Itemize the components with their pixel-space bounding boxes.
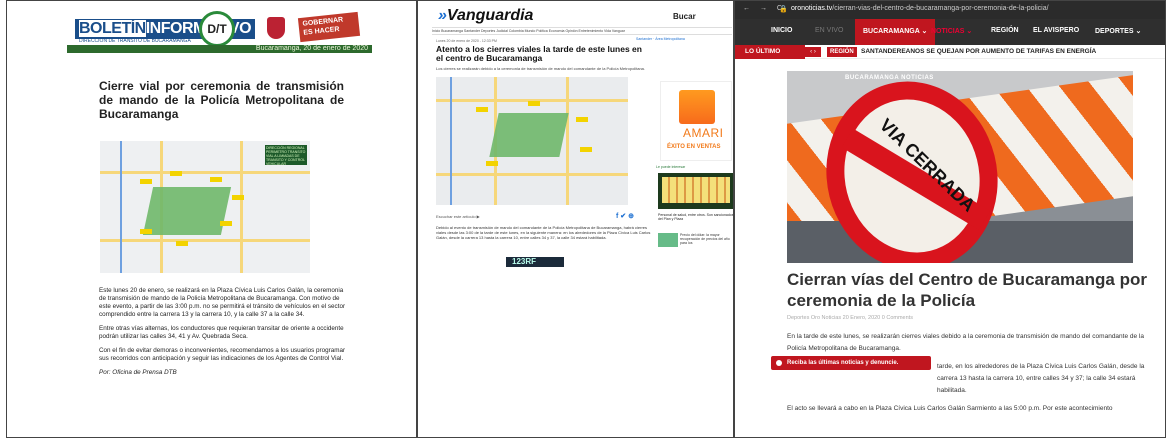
article-lead: Los cierres se realizarán debido a la ce… — [436, 66, 646, 71]
share-icons[interactable]: f ✔ ⊕ — [616, 212, 634, 220]
oro-nav: INICIO EN VIVO BUCARAMANGA ⌄ NOTICIAS ⌄ … — [735, 19, 1165, 45]
banner-ad[interactable]: 123RF — [506, 257, 564, 267]
article-section-link[interactable]: Santander · Área Metropolitana — [636, 37, 685, 41]
nav-el-avispero[interactable]: EL AVISPERO — [1033, 27, 1079, 34]
dt-logo: D/T — [199, 11, 235, 47]
lock-icon: 🔒 — [779, 6, 788, 13]
nav-deportes[interactable]: DEPORTES ⌄ — [1095, 27, 1141, 35]
article-date: Lunes 20 de enero de 2020 - 12:33 PM — [436, 39, 497, 43]
hero-categories[interactable]: BUCARAMANGA NOTICIAS — [845, 75, 934, 81]
vanguardia-logo[interactable]: »Vanguardia — [438, 7, 533, 25]
bulletin-paragraph: Entre otras vías alternas, los conductor… — [99, 325, 344, 340]
bulletin-date-bar: Bucaramanga, 20 de enero de 2020 — [67, 45, 372, 53]
article-title: Cierran vías del Centro de Bucaramanga p… — [787, 270, 1147, 310]
bulletin-logo-subtitle: DIRECCIÓN DE TRÁNSITO DE BUCARAMANGA — [79, 38, 191, 44]
closure-zone — [142, 187, 232, 235]
oronoticias-panel: ← → C 🔒 oronoticias.tv/cierran-vias-del-… — [734, 0, 1166, 438]
nav-bucaramanga[interactable]: BUCARAMANGA ⌄ — [855, 19, 936, 45]
article-title: Atento a los cierres viales la tarde de … — [436, 44, 642, 63]
government-logo: GOBERNAR ES HACER — [297, 11, 361, 43]
nav-inicio[interactable]: INICIO — [771, 27, 792, 34]
bulletin-title: Cierre vial por ceremonia de transmisión… — [99, 79, 344, 121]
article-body: En la tarde de este lunes, se realizarán… — [787, 331, 1155, 421]
ticker-label: LO ÚLTIMO — [735, 45, 805, 59]
vanguardia-region-label: Bucar — [673, 12, 696, 21]
ad-brand: AMARI — [683, 126, 724, 140]
hero-image: VIA CERRADA BUCARAMANGA NOTICIAS — [787, 71, 1133, 263]
vanguardia-panel: »Vanguardia Bucar Inicio Bucaramanga San… — [417, 0, 734, 438]
vanguardia-nav[interactable]: Inicio Bucaramanga Santander Deportes Ju… — [432, 27, 732, 35]
ticker-bar: LO ÚLTIMO ‹ › REGIÓN SANTANDEREANOS SE Q… — [735, 45, 1165, 59]
article-paragraph: En la tarde de este lunes, se realizarán… — [787, 333, 1144, 352]
nav-region[interactable]: REGIÓN — [991, 27, 1019, 34]
closure-map-image: DIRECCIÓN REGIONAL PERIMETRO TRANSITO VI… — [100, 141, 310, 273]
ad-arch-graphic — [679, 90, 715, 124]
article-meta: Deportes Oro Noticias 20 Enero, 2020 0 C… — [787, 315, 913, 321]
article-map-image — [436, 77, 628, 205]
bulletin-signature: Por: Oficina de Prensa DTB — [99, 369, 177, 376]
comparison-collage: BOLETÍNINFORMATIVO DIRECCIÓN DE TRÁNSITO… — [0, 0, 1174, 438]
browser-address-bar[interactable]: ← → C 🔒 oronoticias.tv/cierran-vias-del-… — [735, 1, 1165, 19]
bulletin-paragraph: Este lunes 20 de enero, se realizará en … — [99, 287, 346, 318]
ad-cta: ÉXITO EN VENTAS — [667, 144, 721, 150]
url-text[interactable]: oronoticias.tv/cierran-vias-del-centro-d… — [791, 5, 1049, 12]
bulletin-paragraph: Con el fin de evitar demoras o inconveni… — [99, 347, 346, 362]
side-link[interactable]: Precio del dólar: la mayor recuperación … — [658, 233, 733, 259]
crest-icon — [267, 17, 285, 39]
side-thumbnail[interactable] — [658, 173, 733, 209]
nav-noticias[interactable]: NOTICIAS ⌄ — [931, 27, 972, 35]
bulletin-body: Este lunes 20 de enero, se realizará en … — [99, 287, 349, 383]
ticker-headline[interactable]: SANTANDEREANOS SE QUEJAN POR AUMENTO DE … — [861, 47, 1096, 57]
ticker-region-tag: REGIÓN — [827, 47, 857, 57]
subscribe-toast[interactable]: Reciba las últimas noticias y denuncie. — [771, 356, 931, 370]
side-link[interactable]: Personal de salud, entre otros. Son sanc… — [658, 213, 733, 231]
closure-zone — [489, 113, 569, 157]
ticker-arrows[interactable]: ‹ › — [805, 47, 821, 57]
article-body: Debido al evento de transmisión de mando… — [436, 225, 651, 240]
advertisement[interactable]: AMARI ÉXITO EN VENTAS — [660, 81, 732, 161]
map-legend: DIRECCIÓN REGIONAL PERIMETRO TRANSITO VI… — [265, 145, 307, 166]
listen-button[interactable]: Escuchar este artículo ▶ — [436, 214, 480, 219]
article-paragraph: El acto se llevará a cabo en la Plaza Cí… — [787, 405, 1113, 412]
side-heading: Le puede interesar — [656, 165, 686, 169]
bulletin-panel: BOLETÍNINFORMATIVO DIRECCIÓN DE TRÁNSITO… — [6, 0, 417, 438]
nav-en-vivo[interactable]: EN VIVO — [815, 27, 843, 34]
